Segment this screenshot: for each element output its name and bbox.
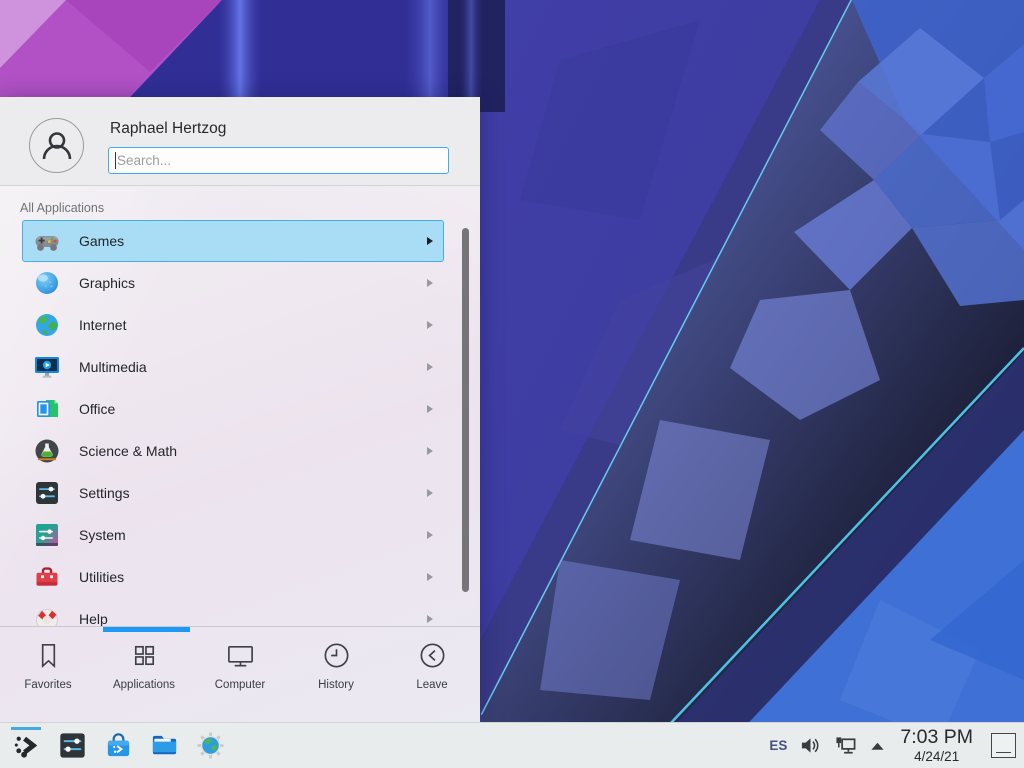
category-row-multimedia[interactable]: Multimedia <box>22 346 444 388</box>
search-input[interactable] <box>108 147 449 174</box>
category-label: Settings <box>79 485 130 501</box>
monitor-icon <box>225 640 256 671</box>
submenu-arrow-icon <box>427 363 433 371</box>
user-avatar[interactable] <box>29 118 84 173</box>
discover-icon <box>103 730 134 761</box>
multimedia-screen-icon <box>33 353 61 381</box>
tab-applications[interactable]: Applications <box>96 640 192 691</box>
active-tab-indicator <box>103 627 190 632</box>
submenu-arrow-icon <box>427 405 433 413</box>
office-documents-icon <box>33 395 61 423</box>
category-row-system[interactable]: System <box>22 514 444 556</box>
submenu-arrow-icon <box>427 615 433 623</box>
expand-tray-button[interactable] <box>870 741 885 751</box>
category-row-graphics[interactable]: Graphics <box>22 262 444 304</box>
tab-label: Computer <box>215 679 266 691</box>
category-label: Science & Math <box>79 443 177 459</box>
launcher-footer: Favorites Applications Computer <box>0 626 480 722</box>
category-row-games[interactable]: Games <box>22 220 444 262</box>
tab-label: Applications <box>113 679 175 691</box>
category-label: Internet <box>79 317 126 333</box>
application-launcher-button[interactable] <box>8 726 44 766</box>
category-row-office[interactable]: Office <box>22 388 444 430</box>
clock-time: 7:03 PM <box>900 728 973 748</box>
help-lifebuoy-icon <box>33 605 61 626</box>
category-label: Office <box>79 401 115 417</box>
submenu-arrow-icon <box>427 237 433 245</box>
leave-circle-icon <box>417 640 448 671</box>
footer-tabs: Favorites Applications Computer <box>0 627 480 691</box>
graphics-ball-icon <box>33 269 61 297</box>
web-browser-button[interactable] <box>192 726 228 766</box>
file-manager-button[interactable] <box>146 726 182 766</box>
volume-icon <box>800 735 821 756</box>
submenu-arrow-icon <box>427 489 433 497</box>
desktop: Raphael Hertzog All Applications <box>0 0 1024 768</box>
application-launcher-menu: Raphael Hertzog All Applications <box>0 97 480 722</box>
active-task-indicator <box>11 727 41 730</box>
submenu-arrow-icon <box>427 279 433 287</box>
system-settings-button[interactable] <box>54 726 90 766</box>
submenu-arrow-icon <box>427 321 433 329</box>
keyboard-layout-indicator[interactable]: ES <box>769 738 787 753</box>
category-list: Games Graphics <box>22 220 444 626</box>
file-manager-icon <box>149 730 180 761</box>
clock-icon <box>321 640 352 671</box>
network-button[interactable] <box>834 735 857 757</box>
system-settings-icon <box>57 730 88 761</box>
section-label: All Applications <box>20 201 104 215</box>
list-scrollbar[interactable] <box>462 228 469 592</box>
category-label: System <box>79 527 126 543</box>
text-cursor <box>115 152 116 169</box>
volume-button[interactable] <box>800 735 821 756</box>
gamepad-icon <box>33 227 61 255</box>
application-launcher-icon <box>11 730 42 761</box>
system-sliders-icon <box>33 521 61 549</box>
user-icon <box>37 126 77 166</box>
submenu-arrow-icon <box>427 573 433 581</box>
submenu-arrow-icon <box>427 447 433 455</box>
tab-leave[interactable]: Leave <box>384 640 480 691</box>
category-label: Graphics <box>79 275 135 291</box>
tab-computer[interactable]: Computer <box>192 640 288 691</box>
taskbar-panel: ES <box>0 722 1024 768</box>
tab-label: Favorites <box>24 679 71 691</box>
globe-icon <box>33 311 61 339</box>
search-field-wrap <box>108 147 449 174</box>
web-browser-icon <box>195 730 226 761</box>
tab-label: Leave <box>416 679 447 691</box>
clock-date: 4/24/21 <box>900 750 973 764</box>
category-row-help[interactable]: Help <box>22 598 444 626</box>
category-row-settings[interactable]: Settings <box>22 472 444 514</box>
category-row-utilities[interactable]: Utilities <box>22 556 444 598</box>
user-name: Raphael Hertzog <box>110 120 226 138</box>
category-label: Help <box>79 611 108 626</box>
category-label: Utilities <box>79 569 124 585</box>
category-row-science-math[interactable]: Science & Math <box>22 430 444 472</box>
expand-tray-arrow-icon <box>870 741 885 751</box>
submenu-arrow-icon <box>427 531 433 539</box>
grid-icon <box>129 640 160 671</box>
science-flask-icon <box>33 437 61 465</box>
settings-sliders-icon <box>33 479 61 507</box>
tab-favorites[interactable]: Favorites <box>0 640 96 691</box>
utilities-toolbox-icon <box>33 563 61 591</box>
discover-button[interactable] <box>100 726 136 766</box>
category-label: Multimedia <box>79 359 147 375</box>
digital-clock[interactable]: 7:03 PM 4/24/21 <box>900 728 973 764</box>
launcher-header: Raphael Hertzog <box>0 97 480 186</box>
bookmark-icon <box>33 640 64 671</box>
tab-label: History <box>318 679 354 691</box>
category-label: Games <box>79 233 124 249</box>
show-desktop-button[interactable] <box>991 733 1016 758</box>
category-row-internet[interactable]: Internet <box>22 304 444 346</box>
system-tray: ES <box>769 728 1016 764</box>
wired-network-icon <box>834 735 857 757</box>
tab-history[interactable]: History <box>288 640 384 691</box>
